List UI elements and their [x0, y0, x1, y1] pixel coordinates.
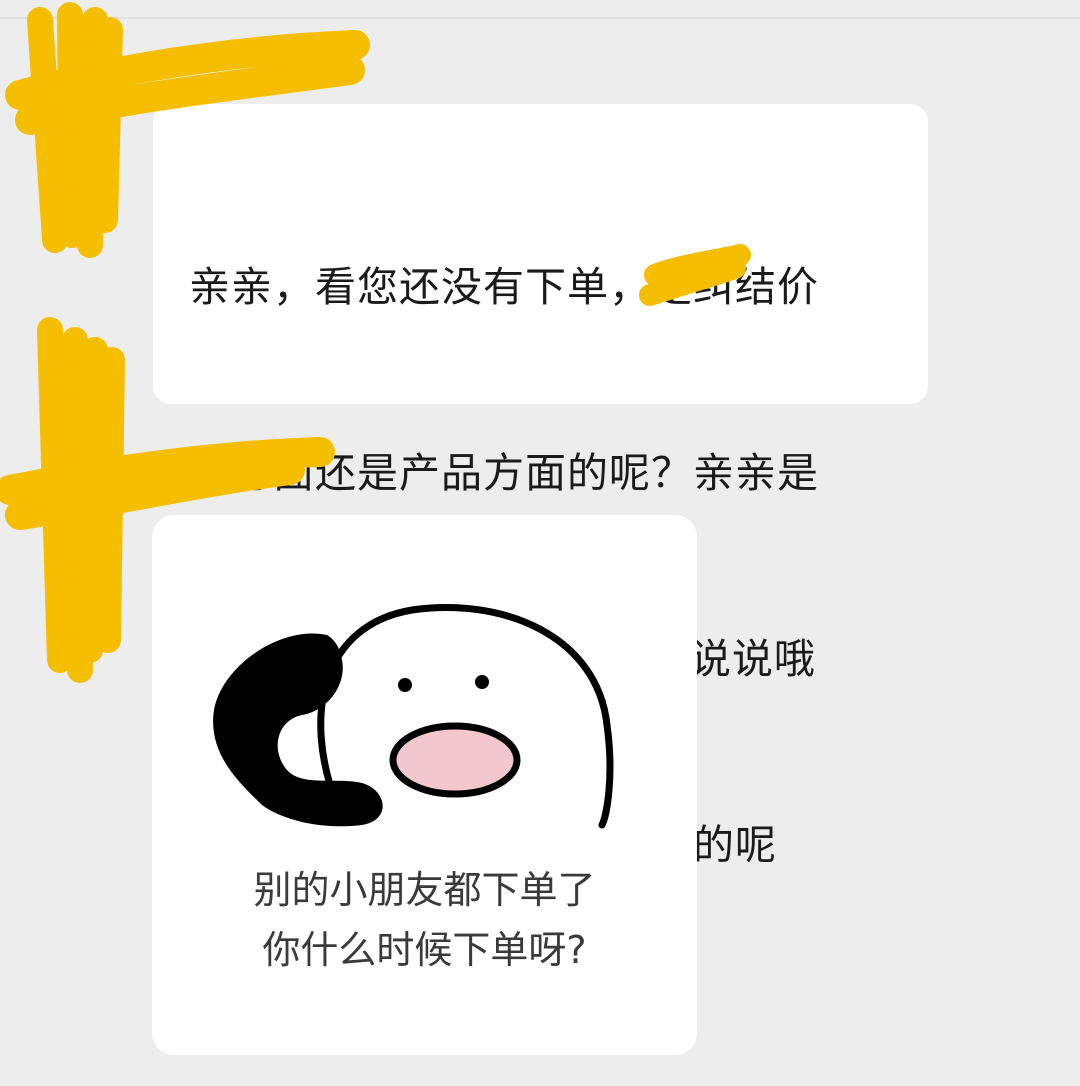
phone-call-sticker-image [213, 604, 614, 829]
text-message-bubble[interactable]: 亲亲，看您还没有下单，是纠结价 格方面还是产品方面的呢？亲亲是 有那些问题呢，可… [153, 104, 928, 869]
sticker-message-bubble[interactable]: 别的小朋友都下单了 你什么时候下单呀? [152, 515, 697, 1055]
sticker-caption-line: 你什么时候下单呀? [262, 928, 587, 972]
redaction-scribble [27, 2, 123, 258]
header-divider [0, 17, 1080, 19]
sticker-eye [475, 675, 489, 689]
message-line: 亲亲，看您还没有下单，是纠结价 [189, 263, 819, 311]
redaction-scribble [37, 317, 125, 683]
sticker-caption-line: 别的小朋友都下单了 [253, 868, 596, 912]
chat-window: 亲亲，看您还没有下单，是纠结价 格方面还是产品方面的呢？亲亲是 有那些问题呢，可… [0, 0, 1080, 1086]
message-line: 格方面还是产品方面的呢？亲亲是 [189, 449, 819, 497]
sticker-mouth [389, 722, 521, 798]
sticker-caption: 别的小朋友都下单了 你什么时候下单呀? [152, 860, 697, 980]
sticker-eye [398, 678, 412, 692]
